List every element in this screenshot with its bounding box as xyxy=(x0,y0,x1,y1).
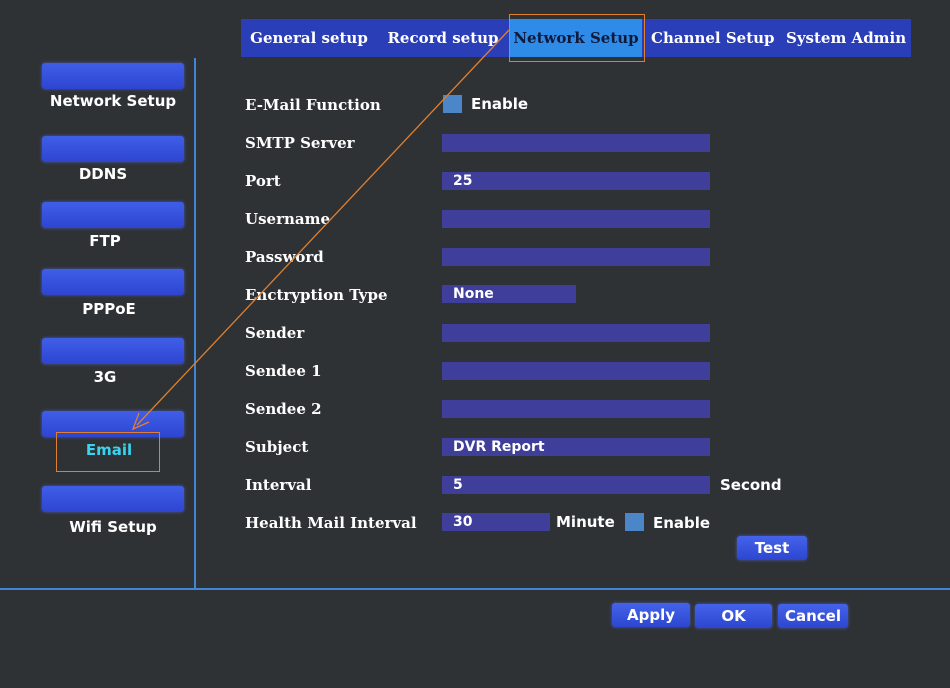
tab-system-admin[interactable]: System Admin xyxy=(786,19,906,57)
encryption-type-label: Enctryption Type xyxy=(245,286,388,304)
sendee2-input[interactable] xyxy=(442,400,710,418)
sidebar-label-wifi-setup[interactable]: Wifi Setup xyxy=(30,518,196,536)
subject-input[interactable]: DVR Report xyxy=(442,438,710,456)
sender-label: Sender xyxy=(245,324,305,342)
health-mail-interval-unit: Minute xyxy=(556,513,615,531)
health-mail-interval-input[interactable]: 30 xyxy=(442,513,550,531)
sidebar-label-ddns[interactable]: DDNS xyxy=(20,165,186,183)
sender-input[interactable] xyxy=(442,324,710,342)
health-mail-enable-label: Enable xyxy=(653,514,711,532)
sidebar-button-3g[interactable] xyxy=(42,338,184,364)
network-setup-highlight-box xyxy=(509,14,645,62)
sidebar-label-pppoe[interactable]: PPPoE xyxy=(26,300,192,318)
sidebar-label-3g[interactable]: 3G xyxy=(22,368,188,386)
tab-record-setup[interactable]: Record setup xyxy=(387,19,499,57)
sidebar-label-ftp[interactable]: FTP xyxy=(22,232,188,250)
email-enable-checkbox[interactable] xyxy=(443,95,462,113)
sidebar-button-ddns[interactable] xyxy=(42,136,184,162)
port-input[interactable]: 25 xyxy=(442,172,710,190)
smtp-server-input[interactable] xyxy=(442,134,710,152)
email-function-label: E-Mail Function xyxy=(245,96,381,114)
cancel-button[interactable]: Cancel xyxy=(778,604,848,628)
email-highlight-box xyxy=(56,432,160,472)
interval-label: Interval xyxy=(245,476,312,494)
email-enable-label: Enable xyxy=(471,95,529,113)
apply-button[interactable]: Apply xyxy=(612,603,690,627)
health-mail-enable-checkbox[interactable] xyxy=(625,513,644,531)
smtp-server-label: SMTP Server xyxy=(245,134,355,152)
port-label: Port xyxy=(245,172,281,190)
sidebar-button-network-setup[interactable] xyxy=(42,63,184,89)
sendee1-label: Sendee 1 xyxy=(245,362,322,380)
sendee1-input[interactable] xyxy=(442,362,710,380)
sidebar-label-network-setup[interactable]: Network Setup xyxy=(30,92,196,110)
tab-general-setup[interactable]: General setup xyxy=(247,19,371,57)
interval-input[interactable]: 5 xyxy=(442,476,710,494)
footer-divider xyxy=(0,588,950,590)
password-input[interactable] xyxy=(442,248,710,266)
sendee2-label: Sendee 2 xyxy=(245,400,322,418)
username-label: Username xyxy=(245,210,331,228)
sidebar-button-pppoe[interactable] xyxy=(42,269,184,295)
subject-label: Subject xyxy=(245,438,309,456)
test-button[interactable]: Test xyxy=(737,536,807,560)
sidebar-divider xyxy=(194,58,196,589)
sidebar-button-wifi-setup[interactable] xyxy=(42,486,184,512)
interval-unit: Second xyxy=(720,476,782,494)
sidebar-button-ftp[interactable] xyxy=(42,202,184,228)
encryption-type-select[interactable]: None xyxy=(442,285,576,303)
ok-button[interactable]: OK xyxy=(695,604,772,628)
health-mail-interval-label: Health Mail Interval xyxy=(245,514,417,532)
password-label: Password xyxy=(245,248,324,266)
username-input[interactable] xyxy=(442,210,710,228)
tab-channel-setup[interactable]: Channel Setup xyxy=(651,19,775,57)
